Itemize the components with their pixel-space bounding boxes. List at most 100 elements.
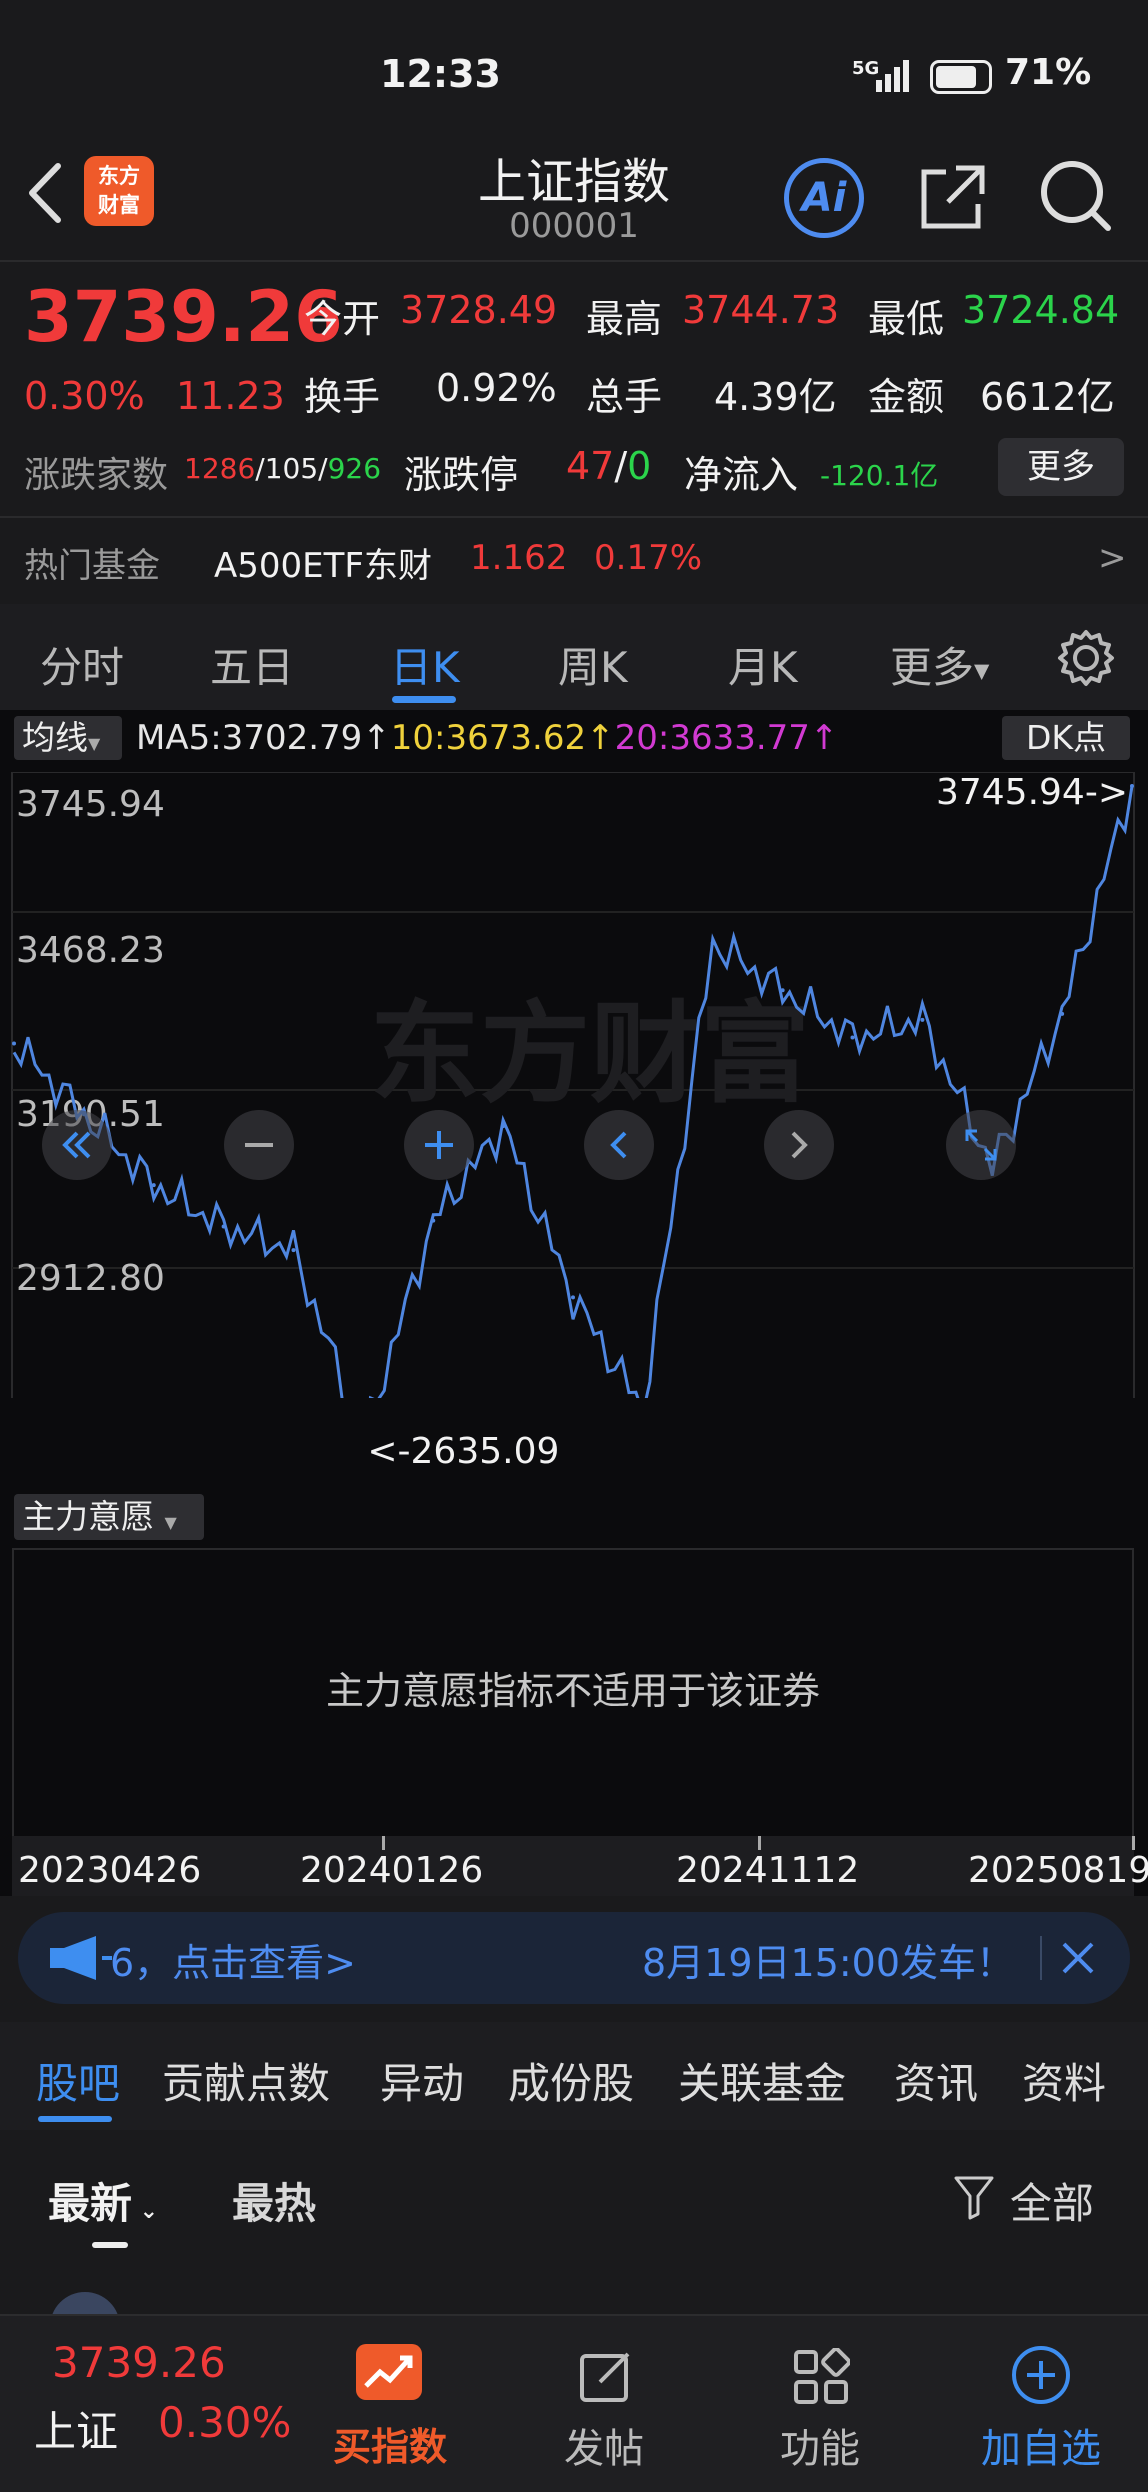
active-tab-indicator <box>392 696 456 703</box>
edit-icon <box>580 2352 630 2402</box>
price-point <box>12 1041 16 1046</box>
y-tick-label: 3468.23 <box>16 930 165 971</box>
breadth-up: 1286 <box>184 452 256 485</box>
tab-monthly-k[interactable]: 月K <box>728 634 798 695</box>
limit-values: 47/0 <box>566 444 651 488</box>
open-label: 今开 <box>304 297 381 341</box>
change-pct: 0.30% <box>24 374 145 418</box>
add-watchlist-label: 加自选 <box>981 2426 1101 2472</box>
nav-index-name: 上证 <box>34 2407 119 2456</box>
price-point <box>710 941 715 946</box>
netflow-label: 净流入 <box>684 453 799 497</box>
filter-all[interactable]: 全部 <box>1010 2170 1094 2231</box>
x-tick: 20241112 <box>676 1850 860 1891</box>
share-icon[interactable] <box>916 160 990 234</box>
turnover-value: 0.92% <box>436 366 557 410</box>
quote-panel: 3739.26 0.30% 11.23 今开 3728.49 最高 3744.7… <box>0 262 1148 516</box>
filter-latest-label: 最新 <box>48 2179 133 2228</box>
filter-icon[interactable] <box>952 2174 996 2222</box>
search-icon[interactable] <box>1036 156 1116 236</box>
limit-sep: / <box>614 444 628 488</box>
last-price: 3739.26 <box>24 276 343 358</box>
zoom-in-button[interactable] <box>404 1110 474 1180</box>
tab-five-day[interactable]: 五日 <box>210 634 294 695</box>
settings-gear-icon[interactable] <box>1056 628 1116 688</box>
scroll-left-fast-button[interactable] <box>42 1110 112 1180</box>
battery-level: 71% <box>1005 52 1092 93</box>
buy-index-button[interactable]: 买指数 <box>330 2326 450 2486</box>
limit-label: 涨跌停 <box>404 453 519 497</box>
expand-icon <box>965 1129 997 1161</box>
plus-icon <box>425 1131 453 1159</box>
limit-up: 47 <box>566 444 615 488</box>
content-tabs: 股吧 贡献点数 异动 成份股 关联基金 资讯 资料 <box>0 2022 1148 2130</box>
more-quote-button[interactable]: 更多 <box>998 438 1124 496</box>
tab-related-funds[interactable]: 关联基金 <box>678 2050 846 2111</box>
ma-values: MA5:3702.79↑10:3673.62↑20:3633.77↑ <box>136 718 838 758</box>
signal-icon <box>876 58 916 92</box>
indicator-message: 主力意愿指标不适用于该证券 <box>325 1669 820 1713</box>
ma-selector-label: 均线 <box>22 718 88 757</box>
ai-button[interactable]: Ai <box>784 158 864 238</box>
chart-up-icon <box>356 2344 422 2400</box>
tab-constituents[interactable]: 成份股 <box>508 2050 634 2111</box>
battery-icon <box>930 60 992 94</box>
status-bar: 12:33 5G 71% <box>0 0 1148 150</box>
price-point <box>780 988 785 993</box>
filter-hot[interactable]: 最热 <box>232 2170 316 2231</box>
add-circle-icon <box>1012 2346 1070 2404</box>
ma-selector[interactable]: 均线▼ <box>14 716 122 760</box>
tab-more-label: 更多 <box>890 643 975 692</box>
announcement-banner[interactable]: 6，点击查看> 8月19日15:00发车！ <box>18 1912 1130 2004</box>
breadth-sep-1: / <box>255 452 265 485</box>
tab-daily-k[interactable]: 日K <box>390 634 460 695</box>
fullscreen-button[interactable] <box>946 1110 1016 1180</box>
tab-profile[interactable]: 资料 <box>1022 2050 1106 2111</box>
ma5-value: MA5:3702.79↑ <box>136 718 391 758</box>
price-point <box>1060 1011 1065 1016</box>
chart-area: 均线▼ MA5:3702.79↑10:3673.62↑20:3633.77↑ D… <box>0 710 1148 1896</box>
netflow-value: -120.1亿 <box>820 459 939 492</box>
bottom-nav: 3739.26 上证 0.30% 买指数 发帖 功能 加自选 <box>0 2314 1148 2492</box>
indicator-selector[interactable]: 主力意愿 ▼ <box>14 1494 204 1540</box>
price-point <box>920 1017 925 1022</box>
nav-index-pct: 0.30% <box>158 2398 292 2447</box>
close-icon[interactable] <box>1056 1936 1100 1980</box>
filter-latest[interactable]: 最新 ⌄ <box>48 2170 158 2231</box>
breadth-values: 1286/105/926 <box>184 452 381 485</box>
price-point <box>1130 783 1134 788</box>
scroll-left-button[interactable] <box>584 1110 654 1180</box>
price-chart[interactable]: 东方财富 3745.943468.233190.512912.802635.09… <box>0 772 1148 1398</box>
dk-point-button[interactable]: DK点 <box>1002 716 1130 760</box>
zoom-out-button[interactable] <box>224 1110 294 1180</box>
caret-down-icon: ▼ <box>974 658 990 683</box>
hot-fund-row[interactable]: 热门基金 A500ETF东财 1.162 0.17% > <box>0 518 1148 604</box>
post-button[interactable]: 发帖 <box>544 2326 664 2486</box>
y-tick-label: 2912.80 <box>16 1258 165 1299</box>
tab-intraday[interactable]: 分时 <box>40 634 124 695</box>
x-tick: 20240126 <box>300 1850 484 1891</box>
tab-guba[interactable]: 股吧 <box>36 2050 120 2111</box>
feed-filters: 最新 ⌄ 最热 全部 <box>0 2130 1148 2362</box>
add-watchlist-button[interactable]: 加自选 <box>966 2326 1116 2486</box>
tab-weekly-k[interactable]: 周K <box>558 634 628 695</box>
ma10-value: 10:3673.62↑ <box>390 718 615 758</box>
hot-fund-label: 热门基金 <box>24 546 160 586</box>
period-tabs: 分时 五日 日K 周K 月K 更多▼ <box>0 604 1148 710</box>
megaphone-icon <box>50 1936 112 1980</box>
nav-bar: 东方 财富 上证指数 000001 Ai <box>0 130 1148 260</box>
buy-index-label: 买指数 <box>332 2425 447 2469</box>
caret-down-icon: ▼ <box>88 734 101 753</box>
price-point <box>501 1124 506 1129</box>
breadth-down: 926 <box>327 452 382 485</box>
tab-movement[interactable]: 异动 <box>380 2050 464 2111</box>
functions-button[interactable]: 功能 <box>760 2326 880 2486</box>
hot-fund-price: 1.162 <box>470 538 568 578</box>
tab-contribution[interactable]: 贡献点数 <box>162 2050 330 2111</box>
amount-value: 6612亿 <box>980 375 1115 419</box>
scroll-right-button[interactable] <box>764 1110 834 1180</box>
tab-more[interactable]: 更多▼ <box>890 634 989 695</box>
minus-icon <box>245 1143 273 1147</box>
tab-news[interactable]: 资讯 <box>894 2050 978 2111</box>
x-tick: 20250819 <box>968 1850 1148 1891</box>
